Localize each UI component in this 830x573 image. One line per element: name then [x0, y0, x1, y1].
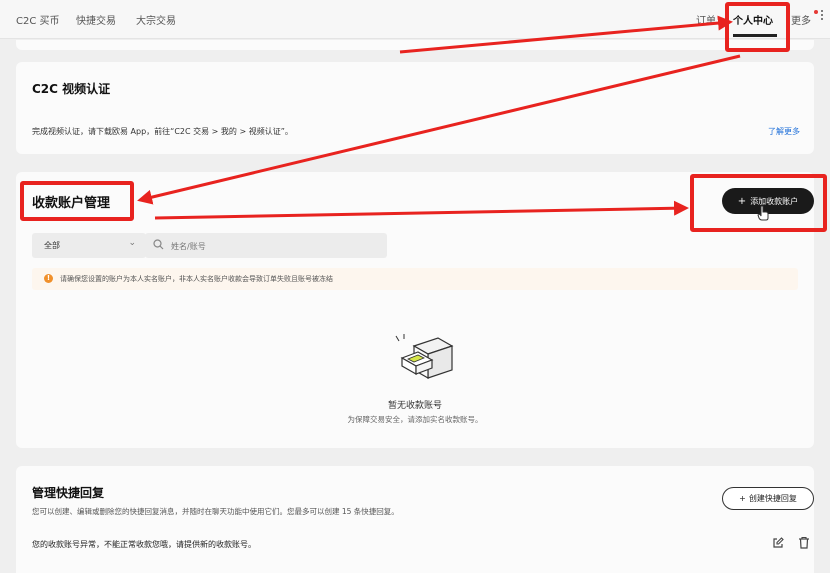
trash-icon[interactable] — [798, 536, 810, 549]
empty-state-title: 暂无收款账号 — [387, 401, 442, 411]
previous-card-bottom — [16, 40, 814, 50]
video-verification-card: C2C 视频认证 完成视频认证，请下载欧易 App，前往“C2C 交易 > 我的… — [16, 62, 814, 154]
quick-reply-description: 您可以创建、编辑或删除您的快捷回复消息，并随时在聊天功能中使用它们。您最多可以创… — [32, 507, 399, 516]
learn-more-link[interactable]: 了解更多 — [768, 126, 800, 137]
payment-accounts-title: 收款账户管理 — [32, 196, 111, 211]
nav-more[interactable]: 更多 — [791, 12, 811, 27]
empty-state-subtitle: 为保障交易安全，请添加实名收款账号。 — [347, 415, 483, 424]
nav-user-center[interactable]: 个人中心 — [733, 12, 773, 27]
hand-cursor-icon — [757, 205, 769, 221]
payment-accounts-card: 收款账户管理 + 添加收款账户 全部 ⌄ ! 请确保您设置的账户为本人实名账户，… — [16, 172, 814, 448]
video-verification-title: C2C 视频认证 — [32, 82, 111, 96]
top-nav: C2C 买币 快捷交易 大宗交易 订单 个人中心 更多 — [0, 0, 830, 39]
kebab-menu-icon[interactable] — [821, 10, 824, 22]
account-search[interactable] — [145, 233, 387, 258]
quick-reply-card: 管理快捷回复 您可以创建、编辑或删除您的快捷回复消息，并随时在聊天功能中使用它们… — [16, 466, 814, 573]
create-quick-reply-label: 创建快捷回复 — [748, 494, 797, 503]
edit-icon[interactable] — [772, 537, 784, 549]
chevron-down-icon: ⌄ — [128, 238, 136, 248]
warning-icon: ! — [44, 274, 53, 283]
nav-block-trade[interactable]: 大宗交易 — [136, 12, 176, 27]
search-icon — [153, 239, 164, 250]
account-type-value: 全部 — [44, 241, 60, 250]
warning-text: 请确保您设置的账户为本人实名账户，非本人实名账户收款会导致订单失败且账号被冻结 — [60, 275, 333, 283]
nav-orders[interactable]: 订单 — [696, 12, 716, 27]
video-verification-description: 完成视频认证，请下载欧易 App，前往“C2C 交易 > 我的 > 视频认证”。 — [32, 127, 293, 136]
create-quick-reply-button[interactable]: + 创建快捷回复 — [722, 487, 814, 510]
account-search-input[interactable] — [169, 238, 373, 254]
notification-dot — [814, 10, 818, 14]
empty-drawer-illustration — [395, 334, 454, 380]
quick-reply-title: 管理快捷回复 — [32, 486, 105, 500]
plus-icon: + — [739, 494, 746, 503]
nav-c2c-buy[interactable]: C2C 买币 — [16, 12, 60, 27]
account-type-select[interactable]: 全部 ⌄ — [32, 233, 146, 258]
active-tab-underline — [733, 34, 777, 37]
warning-notice: ! 请确保您设置的账户为本人实名账户，非本人实名账户收款会导致订单失败且账号被冻… — [32, 268, 798, 290]
quick-reply-item: 您的收款账号异常，不能正常收款您哦，请提供新的收款账号。 — [32, 540, 256, 549]
plus-icon: + — [737, 195, 747, 207]
nav-quick-trade[interactable]: 快捷交易 — [76, 12, 116, 27]
